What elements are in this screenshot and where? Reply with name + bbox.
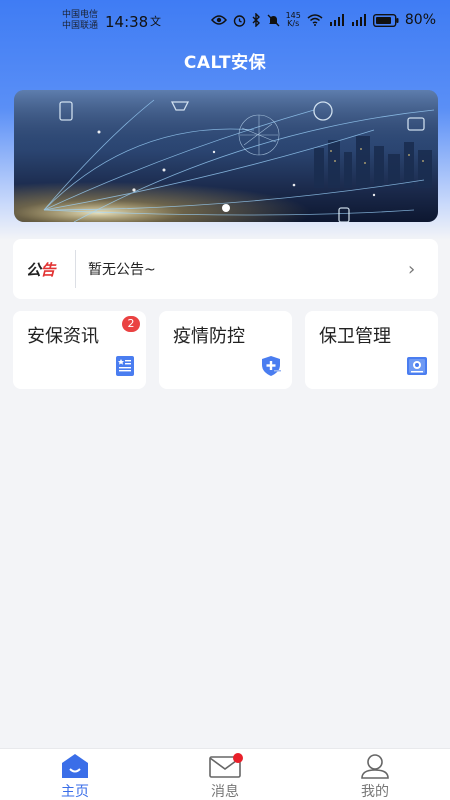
tab-label: 主页 — [61, 784, 89, 800]
battery-icon — [372, 13, 399, 27]
chevron-right-icon[interactable]: › — [408, 259, 438, 280]
feature-tiles: 安保资讯 2 疫情防控 保卫管理 — [13, 311, 438, 389]
status-extra: 文 — [150, 15, 161, 28]
signal-2-icon — [351, 14, 366, 26]
wifi-icon — [307, 14, 323, 26]
home-icon — [62, 754, 88, 778]
page-title: CALT安保 — [183, 53, 267, 73]
user-icon — [361, 754, 389, 779]
tab-label: 消息 — [211, 784, 239, 800]
carriers: 中国电信 中国联通 — [62, 10, 98, 32]
tab-label: 我的 — [361, 784, 389, 800]
security-manage-icon — [407, 357, 427, 375]
mute-icon — [267, 14, 280, 26]
battery-percent: 80% — [404, 12, 436, 28]
network-speed: 145 K/s — [286, 12, 301, 28]
carousel-indicator — [14, 204, 438, 212]
notice-text: 暂无公告~ — [88, 262, 156, 278]
banner-carousel[interactable] — [14, 90, 438, 222]
carrier-2: 中国联通 — [62, 21, 99, 31]
status-bar: 中国电信 中国联通 14:38 文 145 K/s 80% — [0, 0, 450, 44]
status-icons: 145 K/s 80% — [210, 12, 436, 28]
clock: 14:38 — [105, 13, 149, 31]
shield-plus-icon — [262, 356, 281, 376]
tile-label: 安保资讯 — [27, 326, 99, 347]
eye-icon — [210, 15, 227, 25]
tab-home[interactable]: 主页 — [40, 753, 110, 800]
tile-label: 保卫管理 — [319, 326, 391, 347]
carrier-1: 中国电信 — [62, 10, 99, 20]
network-speed-unit: K/s — [287, 19, 300, 28]
bluetooth-icon — [252, 13, 260, 27]
unread-badge: 2 — [122, 316, 140, 332]
carousel-dot[interactable] — [222, 204, 230, 212]
notice-label: 公告 — [13, 259, 75, 280]
tab-profile[interactable]: 我的 — [340, 753, 410, 800]
bottom-tab-bar: 主页 消息 我的 — [0, 748, 450, 800]
news-icon — [116, 356, 134, 376]
alarm-icon — [233, 14, 245, 27]
tab-messages[interactable]: 消息 — [190, 753, 260, 800]
tile-epidemic-control[interactable]: 疫情防控 — [159, 311, 292, 389]
tile-security-news[interactable]: 安保资讯 2 — [13, 311, 146, 389]
tile-label: 疫情防控 — [173, 326, 245, 347]
signal-1-icon — [329, 14, 344, 26]
notice-label-b: 告 — [40, 260, 56, 279]
notice-bar[interactable]: 公告 暂无公告~ › — [13, 239, 438, 299]
tile-security-manage[interactable]: 保卫管理 — [305, 311, 438, 389]
notice-label-a: 公 — [26, 260, 41, 279]
banner-image — [14, 90, 438, 222]
notification-dot — [233, 753, 243, 763]
